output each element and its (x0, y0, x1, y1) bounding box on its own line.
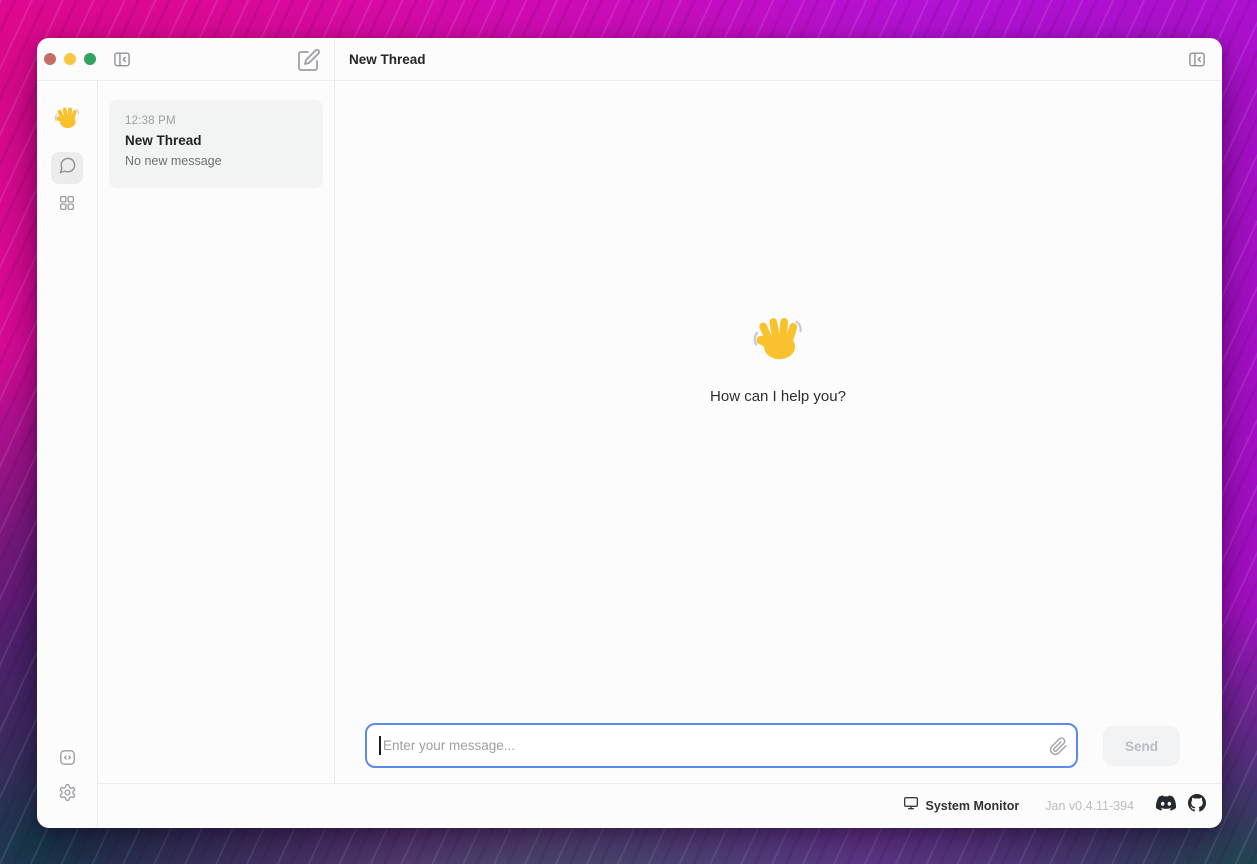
rail-item-threads[interactable] (51, 152, 83, 184)
code-brackets-icon (58, 748, 77, 772)
paperclip-icon (1049, 743, 1068, 760)
discord-link[interactable] (1156, 793, 1176, 818)
grid-icon (58, 194, 76, 217)
text-caret (379, 736, 381, 755)
gear-icon (58, 783, 77, 807)
right-panel-toggle-button[interactable] (1187, 49, 1207, 69)
rail-item-api-server[interactable] (57, 750, 77, 770)
thread-panel-divider (334, 38, 335, 783)
thread-list-item[interactable]: 12:38 PM New Thread No new message (109, 100, 323, 188)
system-monitor-label: System Monitor (926, 799, 1020, 813)
system-monitor-button[interactable]: System Monitor (903, 795, 1020, 816)
chat-bubble-icon (58, 156, 77, 180)
app-version: Jan v0.4.11-394 (1045, 799, 1134, 813)
rail-divider (97, 80, 98, 828)
header-divider (37, 80, 1222, 81)
empty-thread-greeting: How can I help you? (334, 38, 1222, 680)
rail-item-settings[interactable] (57, 785, 77, 805)
panel-left-icon (1187, 49, 1207, 69)
thread-subtitle: No new message (125, 154, 307, 168)
rail-item-home[interactable] (53, 104, 81, 132)
send-button[interactable]: Send (1103, 726, 1180, 766)
thread-time: 12:38 PM (125, 115, 307, 127)
zoom-window-button[interactable] (84, 53, 96, 65)
compose-icon (297, 48, 321, 72)
attachment-button[interactable] (1049, 737, 1071, 755)
github-link[interactable] (1188, 794, 1206, 817)
discord-icon (1156, 793, 1176, 818)
thread-title: New Thread (125, 133, 307, 148)
new-thread-button[interactable] (296, 47, 322, 73)
minimize-window-button[interactable] (64, 53, 76, 65)
message-input[interactable] (365, 723, 1078, 768)
github-icon (1188, 794, 1206, 817)
status-bar: System Monitor Jan v0.4.11-394 (97, 783, 1222, 828)
screen: New Thread (0, 0, 1257, 864)
waving-hand-emoji (750, 311, 806, 372)
greeting-text: How can I help you? (710, 388, 846, 405)
window-controls (44, 53, 96, 65)
close-window-button[interactable] (44, 53, 56, 65)
wave-hand-icon (53, 119, 81, 136)
monitor-icon (903, 795, 919, 816)
panel-left-icon (112, 49, 132, 69)
jan-app-window: New Thread (37, 38, 1222, 828)
rail-item-assistants[interactable] (57, 195, 77, 215)
page-title: New Thread (349, 38, 426, 80)
left-panel-toggle-button[interactable] (112, 49, 132, 69)
